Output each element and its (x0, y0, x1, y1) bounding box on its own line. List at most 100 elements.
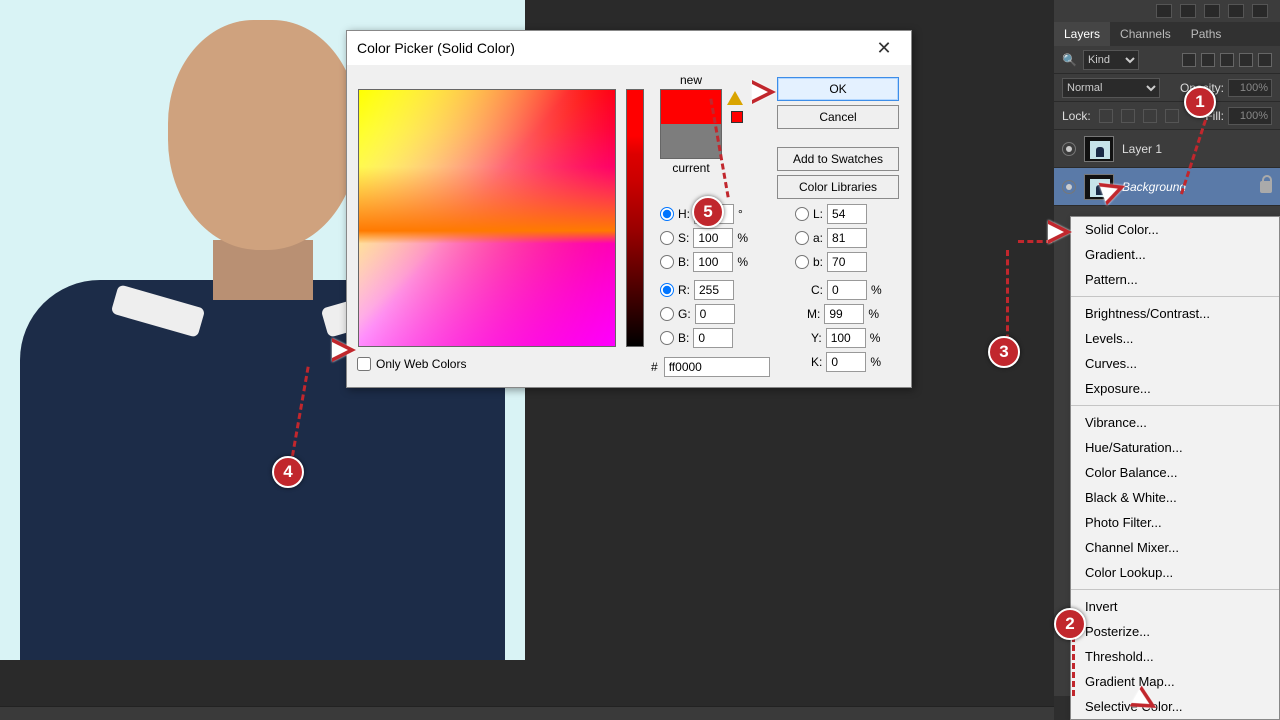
menu-item[interactable]: Pattern... (1071, 267, 1279, 292)
lock-transparency-icon[interactable] (1099, 109, 1113, 123)
brightness-radio[interactable] (660, 255, 674, 269)
menu-item[interactable]: Solid Color... (1071, 217, 1279, 242)
rgb-g-input[interactable] (695, 304, 735, 324)
blend-mode-select[interactable]: Normal (1062, 78, 1160, 98)
adjustment-layer-menu[interactable]: Solid Color...Gradient...Pattern... Brigh… (1070, 216, 1280, 720)
menu-item[interactable]: Color Balance... (1071, 460, 1279, 485)
saturation-unit: % (737, 231, 751, 245)
menu-item[interactable]: Exposure... (1071, 376, 1279, 401)
rgb-b-radio[interactable] (660, 331, 674, 345)
rgb-g-radio[interactable] (660, 307, 674, 321)
only-web-colors-input[interactable] (357, 357, 371, 371)
lab-b-input[interactable] (827, 252, 867, 272)
fill-input[interactable] (1228, 107, 1272, 125)
gamut-warning-icon[interactable] (727, 91, 743, 105)
brightness-unit: % (737, 255, 751, 269)
hex-input[interactable] (664, 357, 770, 377)
lab-a-input[interactable] (827, 228, 867, 248)
horizontal-scrollbar[interactable] (0, 706, 1054, 720)
menu-separator (1071, 589, 1279, 590)
lock-position-icon[interactable] (1143, 109, 1157, 123)
add-to-swatches-button[interactable]: Add to Swatches (777, 147, 899, 171)
rgb-r-input[interactable] (694, 280, 734, 300)
layer-filter-kind[interactable]: Kind (1083, 50, 1139, 70)
layer-row[interactable]: Layer 1 (1054, 130, 1280, 168)
annotation-marker-5: 5 (692, 196, 724, 228)
cmyk-k-unit: % (870, 355, 884, 369)
menu-item[interactable]: Black & White... (1071, 485, 1279, 510)
panel-icon[interactable] (1156, 4, 1172, 18)
menu-item[interactable]: Threshold... (1071, 644, 1279, 669)
menu-item[interactable]: Brightness/Contrast... (1071, 301, 1279, 326)
menu-item[interactable]: Gradient Map... (1071, 669, 1279, 694)
rgb-r-radio[interactable] (660, 283, 674, 297)
tab-layers[interactable]: Layers (1054, 22, 1110, 46)
filter-shape-icon[interactable] (1239, 53, 1253, 67)
menu-separator (1071, 405, 1279, 406)
color-field[interactable] (358, 89, 616, 347)
gamut-warning-swatch[interactable] (731, 111, 743, 123)
menu-item[interactable]: Levels... (1071, 326, 1279, 351)
menu-item[interactable]: Color Lookup... (1071, 560, 1279, 585)
filter-pixel-icon[interactable] (1182, 53, 1196, 67)
panel-icon[interactable] (1228, 4, 1244, 18)
menu-item[interactable]: Curves... (1071, 351, 1279, 376)
annotation-dash (1006, 250, 1009, 350)
saturation-radio[interactable] (660, 231, 674, 245)
layer-row[interactable]: Background (1054, 168, 1280, 206)
saturation-input[interactable] (693, 228, 733, 248)
opacity-input[interactable] (1228, 79, 1272, 97)
cmyk-c-input[interactable] (827, 280, 867, 300)
layer-name[interactable]: Layer 1 (1122, 142, 1162, 156)
lock-icon[interactable] (1260, 181, 1272, 193)
lab-b-radio[interactable] (795, 255, 809, 269)
layer-thumbnail[interactable] (1084, 136, 1114, 162)
menu-item[interactable]: Channel Mixer... (1071, 535, 1279, 560)
panel-icon[interactable] (1204, 4, 1220, 18)
color-libraries-button[interactable]: Color Libraries (777, 175, 899, 199)
saturation-label: S: (678, 231, 689, 245)
close-icon[interactable]: ✕ (867, 31, 901, 65)
lock-pixels-icon[interactable] (1121, 109, 1135, 123)
filter-type-icon[interactable] (1220, 53, 1234, 67)
cancel-button[interactable]: Cancel (777, 105, 899, 129)
visibility-eye-icon[interactable] (1062, 142, 1076, 156)
panel-icon[interactable] (1180, 4, 1196, 18)
menu-item[interactable]: Photo Filter... (1071, 510, 1279, 535)
current-color-swatch[interactable] (661, 124, 721, 158)
filter-type-icons (1182, 53, 1272, 67)
brightness-input[interactable] (693, 252, 733, 272)
cmyk-k-input[interactable] (826, 352, 866, 372)
lab-a-label: a: (813, 231, 823, 245)
layer-name[interactable]: Background (1122, 180, 1186, 194)
cmyk-m-input[interactable] (824, 304, 864, 324)
tab-paths[interactable]: Paths (1181, 22, 1232, 46)
menu-item[interactable]: Vibrance... (1071, 410, 1279, 435)
lock-all-icon[interactable] (1165, 109, 1179, 123)
menu-item[interactable]: Posterize... (1071, 619, 1279, 644)
menu-item[interactable]: Invert (1071, 594, 1279, 619)
color-swatch-preview[interactable] (660, 89, 722, 159)
panel-icon[interactable] (1252, 4, 1268, 18)
menu-item[interactable]: Gradient... (1071, 242, 1279, 267)
filter-adjust-icon[interactable] (1201, 53, 1215, 67)
search-icon[interactable]: 🔍 (1062, 53, 1077, 67)
lab-l-input[interactable] (827, 204, 867, 224)
cmyk-y-input[interactable] (826, 328, 866, 348)
filter-smart-icon[interactable] (1258, 53, 1272, 67)
lab-a-radio[interactable] (795, 231, 809, 245)
visibility-eye-icon[interactable] (1062, 180, 1076, 194)
lab-l-radio[interactable] (795, 207, 809, 221)
ok-button[interactable]: OK (777, 77, 899, 101)
hue-radio[interactable] (660, 207, 674, 221)
annotation-dash (1018, 240, 1052, 243)
only-web-colors-checkbox[interactable]: Only Web Colors (357, 357, 466, 371)
dialog-titlebar[interactable]: Color Picker (Solid Color) ✕ (347, 31, 911, 65)
menu-item[interactable]: Selective Color... (1071, 694, 1279, 719)
hue-slider[interactable] (626, 89, 644, 347)
rgb-b-input[interactable] (693, 328, 733, 348)
cmyk-c-unit: % (871, 283, 885, 297)
lab-b-label: b: (813, 255, 823, 269)
tab-channels[interactable]: Channels (1110, 22, 1181, 46)
menu-item[interactable]: Hue/Saturation... (1071, 435, 1279, 460)
